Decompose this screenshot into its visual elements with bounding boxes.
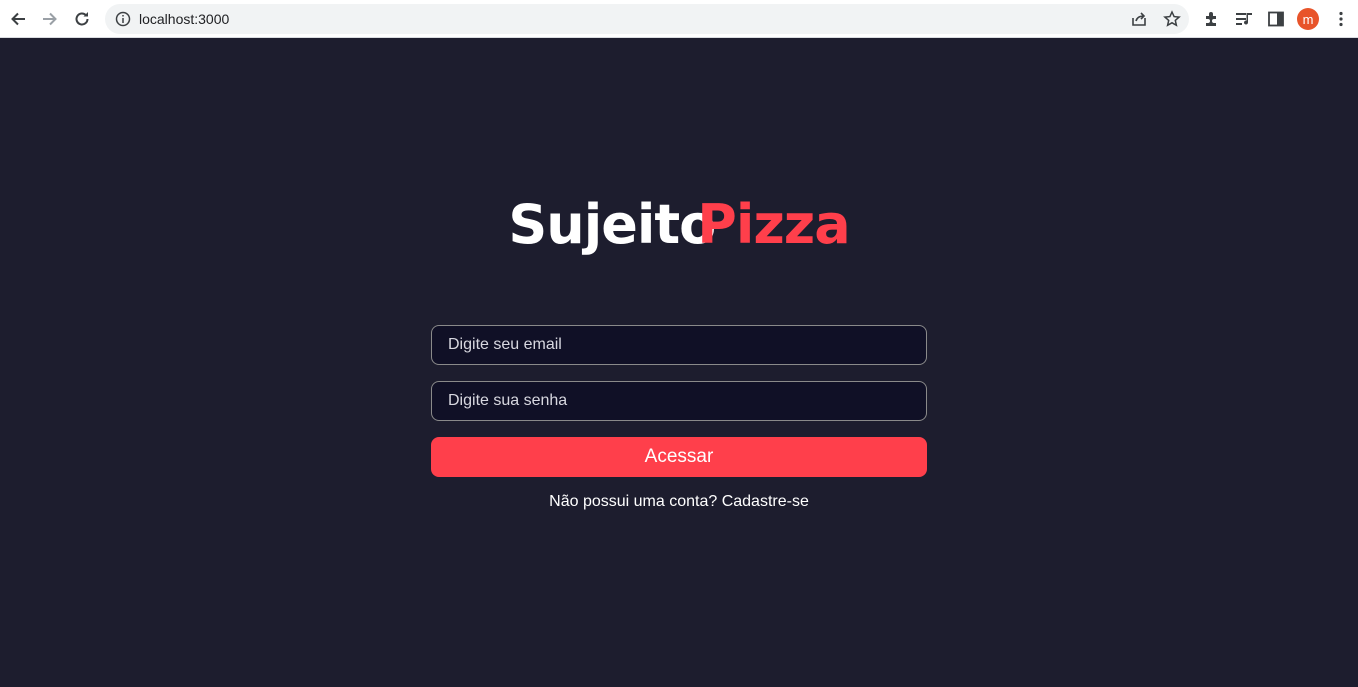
more-icon[interactable] xyxy=(1331,9,1351,29)
email-input[interactable] xyxy=(431,325,927,365)
logo: SujeitoPizza xyxy=(0,193,1358,257)
extensions-icon[interactable] xyxy=(1202,9,1222,29)
logo-part-pizza: Pizza xyxy=(697,193,850,256)
profile-avatar[interactable]: m xyxy=(1297,8,1319,30)
address-bar[interactable]: localhost:3000 xyxy=(105,4,1189,34)
logo-part-sujeito: Sujeito xyxy=(508,193,716,256)
side-panel-icon[interactable] xyxy=(1266,9,1286,29)
url-text[interactable]: localhost:3000 xyxy=(139,11,229,27)
password-input[interactable] xyxy=(431,381,927,421)
browser-toolbar: localhost:3000 m xyxy=(0,0,1358,38)
login-button[interactable]: Acessar xyxy=(431,437,927,477)
forward-icon[interactable] xyxy=(38,7,62,31)
signup-link[interactable]: Não possui uma conta? Cadastre-se xyxy=(549,493,809,510)
reading-list-icon[interactable] xyxy=(1234,9,1254,29)
star-icon[interactable] xyxy=(1162,9,1182,29)
back-icon[interactable] xyxy=(6,7,30,31)
signup-link-container: Não possui uma conta? Cadastre-se xyxy=(0,493,1358,511)
reload-icon[interactable] xyxy=(70,7,94,31)
login-page: SujeitoPizza Acessar Não possui uma cont… xyxy=(0,38,1358,687)
info-icon[interactable] xyxy=(115,11,131,27)
share-icon[interactable] xyxy=(1129,9,1149,29)
